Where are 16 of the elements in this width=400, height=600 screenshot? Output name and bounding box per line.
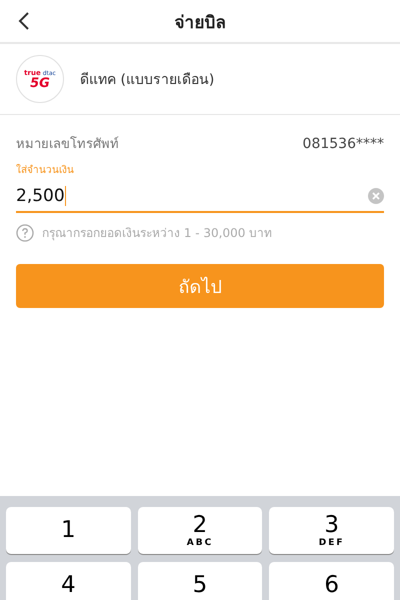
hint-text: กรุณากรอกยอดเงินระหว่าง 1 - 30,000 บาท (42, 225, 272, 242)
keypad-key[interactable]: 2 ABC (138, 507, 262, 554)
keypad-key[interactable]: 1 (6, 507, 131, 554)
keypad-key[interactable]: 3 DEF (269, 507, 394, 554)
clear-icon[interactable] (368, 188, 384, 204)
amount-label: ใส่จำนวนเงิน (16, 163, 75, 177)
keypad-key[interactable]: 5 (138, 562, 262, 600)
back-icon[interactable] (18, 11, 30, 31)
page-title: จ่ายบิล (174, 12, 226, 34)
keypad-key[interactable]: 4 (6, 562, 131, 600)
provider-name: ดีแทค (แบบรายเดือน) (80, 71, 214, 90)
keypad-key[interactable]: 6 (269, 562, 394, 600)
phone-label: หมายเลขโทรศัพท์ (16, 135, 119, 154)
help-icon[interactable] (16, 224, 34, 242)
phone-number: 081536**** (302, 136, 384, 152)
amount-field[interactable]: 2,500 (16, 181, 384, 213)
